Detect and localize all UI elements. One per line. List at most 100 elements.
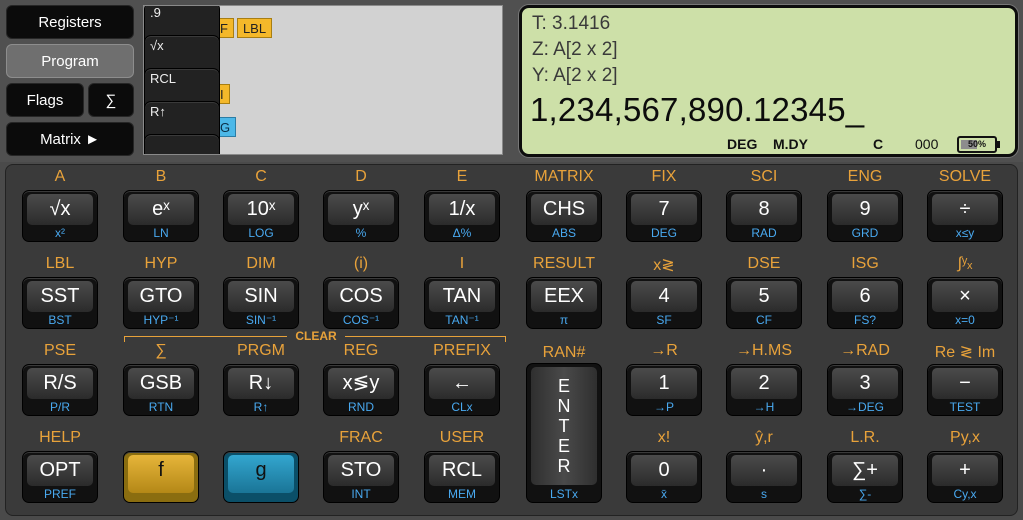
key-g-label: MEM [448, 487, 476, 501]
key-g-label: CLx [451, 400, 473, 414]
key-g-label: COS⁻¹ [342, 313, 380, 327]
program-line[interactable]: 030 [144, 134, 502, 154]
key-f-label: REG [343, 342, 379, 359]
stack-z: Z: A[2 x 2] [532, 39, 618, 60]
battery-icon: 50% [957, 136, 997, 153]
key-f-label: I [459, 255, 465, 272]
stack-y: Y: A[2 x 2] [532, 65, 618, 86]
key-f-label: DIM [246, 255, 276, 272]
key-face-label: · [731, 455, 797, 486]
key-button[interactable]: TAN TAN⁻¹ [424, 277, 500, 329]
flag-indicator: 000 [915, 136, 939, 152]
key-gkey[interactable]: g [223, 451, 299, 503]
key-button[interactable]: 2 →H [726, 364, 802, 416]
key-face-label: yˣ [328, 194, 394, 225]
program-step-key: LBL [236, 18, 273, 38]
key-button[interactable]: × x=0 [927, 277, 1003, 329]
key-f-label: (i) [353, 255, 369, 272]
key-button[interactable]: 7 DEG [626, 190, 702, 242]
key-face-label: EEX [531, 281, 597, 312]
key-button[interactable]: ∑+ ∑- [827, 451, 903, 503]
key-f-label: →H.MS [736, 342, 792, 359]
key-button[interactable]: RCL MEM [424, 451, 500, 503]
key-f-label: →RAD [840, 342, 890, 359]
key-button[interactable]: 9 GRD [827, 190, 903, 242]
program-listing[interactable]: 026FLBL.9027√x028RCLI029GR↑030 [143, 5, 503, 155]
key-button[interactable]: ÷ x≤y [927, 190, 1003, 242]
key-face-label: ∑+ [832, 455, 898, 486]
key-button[interactable]: EEX π [526, 277, 602, 329]
enter-letter: E [557, 436, 570, 456]
key-f-label: D [355, 168, 367, 185]
enter-letter: T [558, 416, 570, 436]
key-g-label: x=0 [955, 313, 975, 327]
key-button[interactable]: ← CLx [424, 364, 500, 416]
key-button[interactable]: yˣ% [323, 190, 399, 242]
key-button[interactable]: √x x² [22, 190, 98, 242]
key-g-label: ∑- [858, 487, 872, 501]
flags-button[interactable]: Flags [6, 83, 84, 117]
key-button[interactable]: · s [726, 451, 802, 503]
key-face-label: RCL [429, 455, 495, 486]
key-button[interactable]: − TEST [927, 364, 1003, 416]
key-f-label: PRGM [237, 342, 285, 359]
key-button[interactable]: COS COS⁻¹ [323, 277, 399, 329]
key-button[interactable]: GTO HYP⁻¹ [123, 277, 199, 329]
key-button[interactable]: 10ˣ LOG [223, 190, 299, 242]
stats-button[interactable]: ∑ [88, 83, 134, 117]
key-button[interactable]: R↓ R↑ [223, 364, 299, 416]
registers-button[interactable]: Registers [6, 5, 134, 39]
key-fkey[interactable]: f [123, 451, 199, 503]
key-button[interactable]: STO INT [323, 451, 399, 503]
key-button[interactable]: 3 →DEG [827, 364, 903, 416]
key-button[interactable]: 1 →P [626, 364, 702, 416]
key-button[interactable]: 0 x̄ [626, 451, 702, 503]
key-button[interactable]: x≶y RND [323, 364, 399, 416]
key-g-label: TAN⁻¹ [445, 313, 479, 327]
key-button[interactable]: OPT PREF [22, 451, 98, 503]
key-face-label: 0 [631, 455, 697, 486]
key-button[interactable]: SIN SIN⁻¹ [223, 277, 299, 329]
key-f-label: ISG [851, 255, 879, 272]
key-g-label: s [761, 487, 767, 501]
key-face-label: 8 [731, 194, 797, 225]
key-face-label: eˣ [128, 194, 194, 225]
key-face-label: 1 [631, 368, 697, 399]
key-face-label: 10ˣ [228, 194, 294, 225]
key-button[interactable]: 5 CF [726, 277, 802, 329]
enter-key[interactable]: ENTER LSTx [526, 363, 602, 503]
key-face-label: CHS [531, 194, 597, 225]
key-f-label: SCI [750, 168, 778, 185]
key-button[interactable]: eˣ LN [123, 190, 199, 242]
key-button[interactable]: GSB RTN [123, 364, 199, 416]
key-f-label: FIX [651, 168, 677, 185]
key-button[interactable]: R/S P/R [22, 364, 98, 416]
key-face-label: 6 [832, 281, 898, 312]
key-f-label: USER [439, 429, 485, 446]
key-button[interactable]: 6 FS? [827, 277, 903, 329]
key-button[interactable]: CHS ABS [526, 190, 602, 242]
key-button[interactable]: SST BST [22, 277, 98, 329]
key-f-label: ŷ,r [755, 429, 773, 446]
key-face-label: GSB [128, 368, 194, 399]
key-button[interactable]: + Cy,x [927, 451, 1003, 503]
key-f-label: MATRIX [534, 168, 594, 185]
key-g-label: % [355, 226, 367, 240]
key-g-label: RND [348, 400, 374, 414]
key-face-label: x≶y [328, 368, 394, 399]
key-face-label: SIN [228, 281, 294, 312]
key-face-label: ÷ [932, 194, 998, 225]
enter-letter: E [557, 376, 570, 396]
stack-x: 1,234,567,890.12345_ [530, 91, 865, 128]
key-face-label: 3 [832, 368, 898, 399]
key-button[interactable]: 4 SF [626, 277, 702, 329]
key-g-label: HYP⁻¹ [143, 313, 179, 327]
matrix-button[interactable]: Matrix ► [6, 122, 134, 156]
key-face-label: − [932, 368, 998, 399]
key-g-label: LN [153, 226, 169, 240]
key-button[interactable]: 8 RAD [726, 190, 802, 242]
key-g-label: PREF [43, 487, 76, 501]
program-button[interactable]: Program [6, 44, 134, 78]
key-g-label: TEST [949, 400, 981, 414]
key-button[interactable]: 1/x Δ% [424, 190, 500, 242]
